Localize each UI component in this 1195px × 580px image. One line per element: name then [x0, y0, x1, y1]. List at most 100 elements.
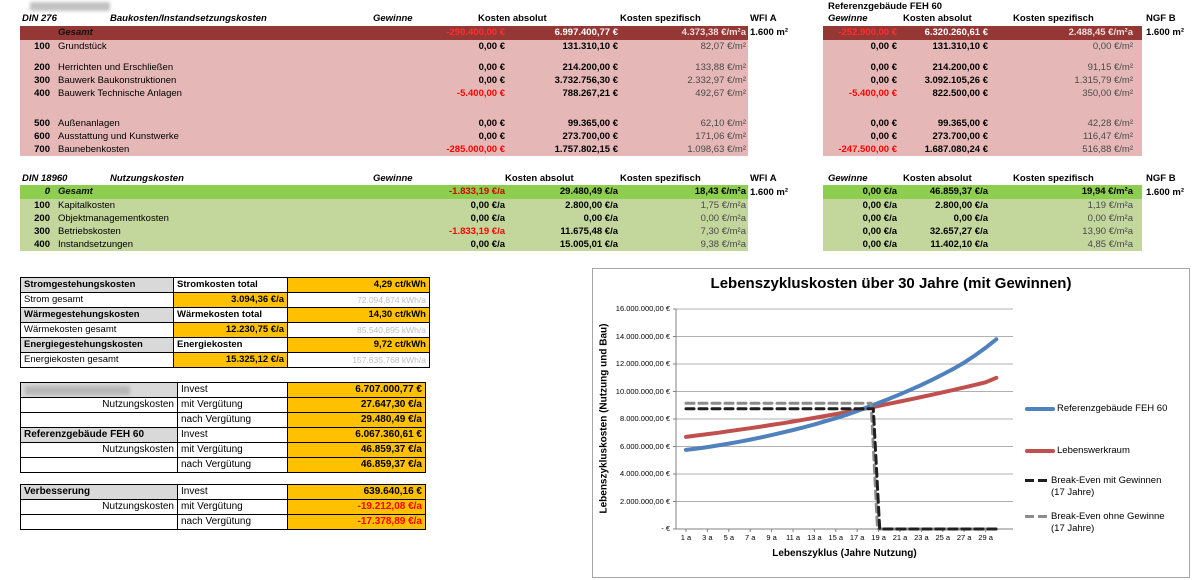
row-label: Objektmanagementkosten	[50, 212, 302, 225]
value-cell: -285.000,00 €	[302, 143, 507, 156]
nach-verguetung-value: 46.859,37 €/a	[287, 457, 426, 473]
value-cell: 62,10 €/m²	[620, 117, 748, 130]
row-spacer	[20, 100, 748, 117]
legend-entry: Break-Even mit Gewinnen (17 Jahre)	[1025, 475, 1177, 498]
invest-row: Referenzgebäude FEH 60Invest6.067.360,61…	[20, 427, 426, 443]
nach-verguetung-value: 29.480,49 €/a	[287, 412, 426, 428]
spreadsheet-report: DIN 276 Baukosten/Instandsetzungskosten …	[0, 0, 1195, 580]
din-row: 500Außenanlagen0,00 €99.365,00 €62,10 €/…	[20, 117, 748, 130]
din-total-row: Gesamt-290.400,00 €6.997.400,77 €4.373,3…	[20, 26, 748, 40]
value-cell: 2.800,00 €/a	[507, 199, 620, 212]
energy-header-row: EnergiegestehungskostenEnergiekosten9,72…	[20, 337, 430, 353]
invest-value: 639.640,16 €	[287, 484, 426, 500]
row-label: Baunebenkosten	[50, 143, 302, 156]
value-cell: 273.700,00 €	[507, 130, 620, 143]
value-cell: 3.732.756,30 €	[507, 74, 620, 87]
legend-entry: Lebenswerkraum	[1025, 445, 1183, 457]
row-code: 200	[20, 61, 50, 74]
energy-value-row: Wärmekosten gesamt12.230,75 €/a85.540,89…	[20, 322, 430, 338]
legend-label: Break-Even ohne Gewinne (17 Jahre)	[1051, 511, 1177, 534]
y-tick-label: 10.000.000,00 €	[593, 387, 670, 397]
din276-gewinne-header-left: Gewinne	[373, 12, 413, 25]
value-cell: 18,43 €/m²a	[620, 185, 748, 199]
value-cell: 350,00 €/m²	[993, 87, 1142, 100]
energy-header-row: StromgestehungskostenStromkosten total4,…	[20, 277, 430, 293]
value-cell: 1.757.802,15 €	[507, 143, 620, 156]
value-cell: 788.267,21 €	[507, 87, 620, 100]
y-tick-label: 6.000.000,00 €	[593, 442, 670, 452]
energy-total-label: Stromkosten total	[173, 277, 288, 293]
din18960-spez-header-left: Kosten spezifisch	[620, 172, 701, 185]
value-cell: 11.402,10 €/a	[899, 238, 993, 251]
value-cell: 214.200,00 €	[507, 61, 620, 74]
value-cell: -5.400,00 €	[823, 87, 899, 100]
din-row: 0,00 €3.092.105,26 €1.315,79 €/m²	[823, 74, 1142, 87]
building-name-cell: Verbesserung	[20, 484, 178, 500]
invest-row: Nutzungskostenmit Vergütung27.647,30 €/a	[20, 397, 426, 413]
legend-entry: Break-Even ohne Gewinne (17 Jahre)	[1025, 511, 1177, 534]
energy-section-label: Stromgestehungskosten	[20, 277, 174, 293]
din276-table-right: -252.900,00 €6.320.260,61 €2.488,45 €/m²…	[823, 26, 1142, 156]
value-cell: 1.687.080,24 €	[899, 143, 993, 156]
energy-cost-value: 15.325,12 €/a	[173, 352, 288, 368]
value-cell: 0,00 €	[823, 61, 899, 74]
row-code	[20, 26, 50, 40]
row-label: Grundstück	[50, 40, 302, 53]
invest-row: nach Vergütung29.480,49 €/a	[20, 412, 426, 428]
value-cell: 0,00 €	[823, 74, 899, 87]
value-cell: 0,00 €/a	[823, 238, 899, 251]
din276-area-header-right: NGF B	[1146, 12, 1176, 25]
din-row: 200Objektmanagementkosten0,00 €/a0,00 €/…	[20, 212, 748, 225]
building-name-cell: Referenzgebäude FEH 60	[20, 427, 178, 443]
din276-spez-header-right: Kosten spezifisch	[1013, 12, 1094, 25]
x-tick-label: 29 a	[972, 533, 1000, 543]
y-tick-label: 2.000.000,00 €	[593, 497, 670, 507]
nutzungskosten-label: Nutzungskosten	[20, 442, 178, 458]
empty-cell	[20, 412, 178, 428]
nutzungskosten-label: Nutzungskosten	[20, 499, 178, 515]
din18960-category-header: Nutzungskosten	[110, 172, 184, 185]
y-tick-label: 4.000.000,00 €	[593, 469, 670, 479]
value-cell: 99.365,00 €	[507, 117, 620, 130]
value-cell: 0,00 €	[823, 40, 899, 53]
value-cell: 0,00 €/a	[302, 238, 507, 251]
din-row: -5.400,00 €822.500,00 €350,00 €/m²	[823, 87, 1142, 100]
y-tick-label: 8.000.000,00 €	[593, 414, 670, 424]
din-row: 0,00 €273.700,00 €116,47 €/m²	[823, 130, 1142, 143]
energy-section-label: Wärmegestehungskosten	[20, 307, 174, 323]
invest-label: Invest	[177, 484, 288, 500]
value-cell: 822.500,00 €	[899, 87, 993, 100]
value-cell: 1,19 €/m²a	[993, 199, 1142, 212]
value-cell: 0,00 €/m²a	[993, 212, 1142, 225]
mit-verguetung-value: -19.212,08 €/a	[287, 499, 426, 515]
energy-total-label: Wärmekosten total	[173, 307, 288, 323]
din-row: 0,00 €/a11.402,10 €/a4,85 €/m²a	[823, 238, 1142, 251]
energy-header-row: WärmegestehungskostenWärmekosten total14…	[20, 307, 430, 323]
din276-area-value-left: 1.600 m²	[750, 26, 788, 39]
value-cell: 133,88 €/m²	[620, 61, 748, 74]
row-label: Herrichten und Erschließen	[50, 61, 302, 74]
din18960-table-right: 0,00 €/a46.859,37 €/a19,94 €/m²a0,00 €/a…	[823, 185, 1142, 251]
improvement-table: VerbesserungInvest639.640,16 € Nutzungsko…	[20, 485, 426, 530]
value-cell: 0,00 €/a	[823, 212, 899, 225]
series-line-2	[686, 409, 996, 529]
legend-dashed-line-icon	[1025, 515, 1049, 518]
value-cell: 6.997.400,77 €	[507, 26, 620, 40]
row-label: Bauwerk Baukonstruktionen	[50, 74, 302, 87]
din-row: -247.500,00 €1.687.080,24 €516,88 €/m²	[823, 143, 1142, 156]
value-cell: 13,90 €/m²a	[993, 225, 1142, 238]
value-cell: 82,07 €/m²	[620, 40, 748, 53]
energy-rate-value: 4,29 ct/kWh	[287, 277, 430, 293]
row-code: 600	[20, 130, 50, 143]
y-tick-label: 12.000.000,00 €	[593, 359, 670, 369]
row-code: 100	[20, 199, 50, 212]
din-row: 300Bauwerk Baukonstruktionen0,00 €3.732.…	[20, 74, 748, 87]
invest-row: nach Vergütung46.859,37 €/a	[20, 457, 426, 473]
value-cell: 0,00 €	[302, 74, 507, 87]
mit-verguetung-label: mit Vergütung	[177, 397, 288, 413]
value-cell: 0,00 €/a	[823, 199, 899, 212]
row-code: 300	[20, 74, 50, 87]
din-row: 0,00 €/a32.657,27 €/a13,90 €/m²a	[823, 225, 1142, 238]
value-cell: 0,00 €/m²a	[620, 212, 748, 225]
legend-solid-line-icon	[1025, 407, 1055, 411]
